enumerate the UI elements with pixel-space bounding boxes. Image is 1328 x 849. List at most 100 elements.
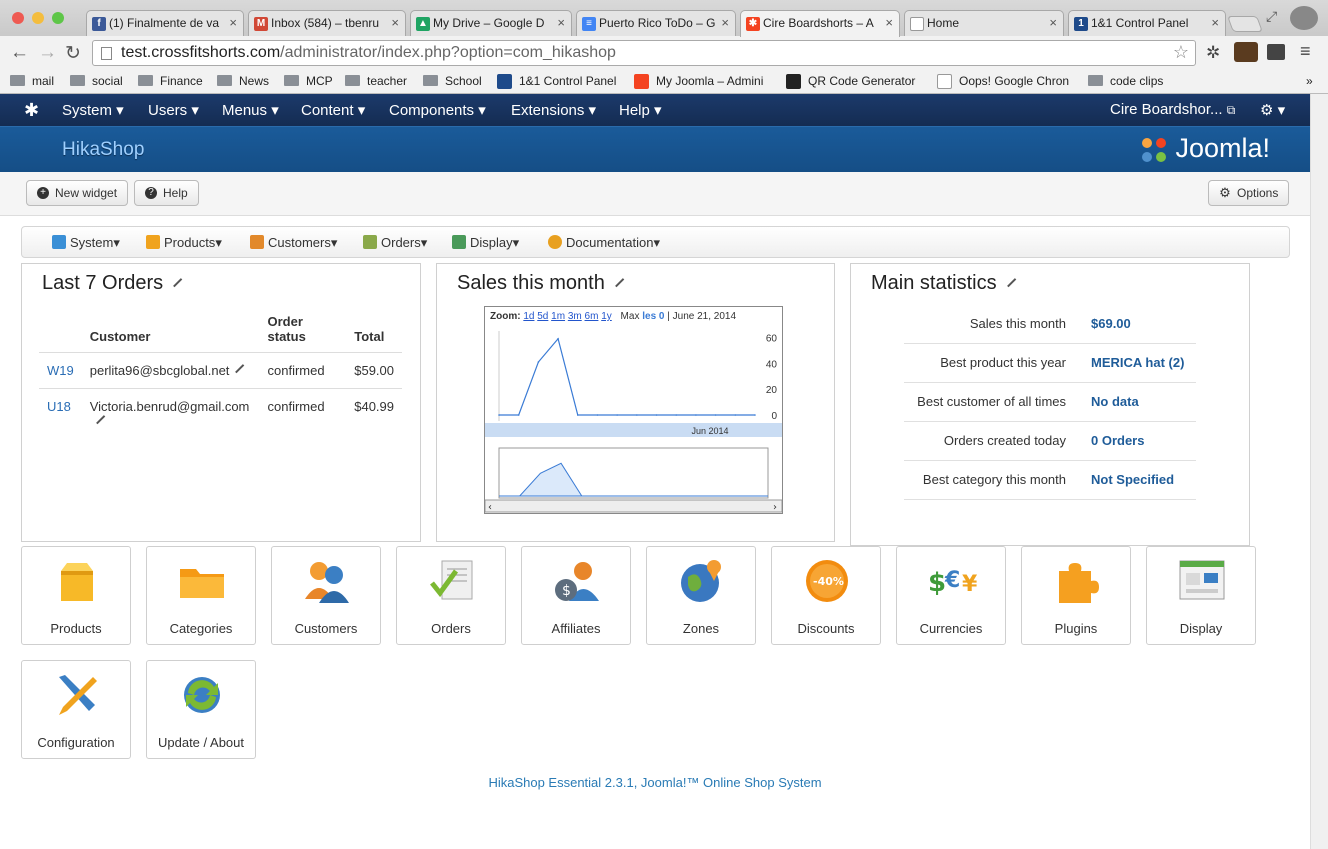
tile-currencies[interactable]: $ € ¥ Currencies xyxy=(896,546,1006,645)
bookmarks-overflow-icon[interactable]: » xyxy=(1306,74,1313,88)
bookmark-link[interactable]: 1&1 Control Panel xyxy=(497,74,616,89)
hikamenu-system[interactable]: System▾ xyxy=(52,235,120,251)
bookmark-folder[interactable]: teacher xyxy=(345,74,407,88)
bookmark-folder[interactable]: News xyxy=(217,74,269,88)
external-link-icon: ⧉ xyxy=(1226,103,1236,117)
tile-configuration[interactable]: Configuration xyxy=(21,660,131,759)
order-id-cell: U18 xyxy=(39,388,82,439)
user-menu-gear-icon[interactable]: ⚙ ▾ xyxy=(1260,101,1285,119)
page-scrollbar[interactable] xyxy=(1310,94,1328,849)
zoom-max[interactable]: Max xyxy=(621,311,640,322)
menu-help[interactable]: Help ▾ xyxy=(619,101,662,119)
bookmark-link[interactable]: My Joomla – Admini xyxy=(634,74,763,89)
joomla-menu-icon[interactable]: ✱ xyxy=(24,100,39,121)
minimize-window-button[interactable] xyxy=(32,12,44,24)
tile-display[interactable]: Display xyxy=(1146,546,1256,645)
close-tab-icon[interactable]: × xyxy=(721,15,729,30)
bookmark-folder[interactable]: mail xyxy=(10,74,54,88)
hikamenu-display[interactable]: Display▾ xyxy=(452,235,519,251)
tile-zones[interactable]: Zones xyxy=(646,546,756,645)
order-link[interactable]: U18 xyxy=(47,399,71,414)
extension-film-icon[interactable] xyxy=(1267,44,1285,60)
tile-products[interactable]: Products xyxy=(21,546,131,645)
help-button[interactable]: ? Help xyxy=(134,180,199,206)
bookmark-folder[interactable]: Finance xyxy=(138,74,203,88)
bookmark-star-icon[interactable]: ☆ xyxy=(1173,42,1189,63)
tile-discounts[interactable]: -40% Discounts xyxy=(771,546,881,645)
menu-label: Products xyxy=(164,235,216,250)
data-point xyxy=(714,414,717,416)
extension-bug-icon[interactable]: ✲ xyxy=(1206,43,1220,63)
tile-label: Affiliates xyxy=(551,621,601,636)
back-icon[interactable]: ← xyxy=(10,42,29,64)
tile-update-about[interactable]: Update / About xyxy=(146,660,256,759)
address-bar[interactable]: test.crossfitshorts.com/administrator/in… xyxy=(92,40,1196,66)
browser-tab[interactable]: ▲ My Drive – Google D × xyxy=(410,10,572,36)
oneandone-icon xyxy=(497,74,512,89)
reload-icon[interactable]: ↻ xyxy=(65,42,81,65)
table-row: W19 perlita96@sbcglobal.net confirmed $5… xyxy=(39,352,402,389)
browser-tab[interactable]: f (1) Finalmente de va × xyxy=(86,10,244,36)
footer-link[interactable]: HikaShop Essential 2.3.1, Joomla!™ Onlin… xyxy=(0,775,1310,790)
tile-label: Update / About xyxy=(157,735,244,750)
hikamenu-products[interactable]: Products▾ xyxy=(146,235,222,251)
hikamenu-orders[interactable]: Orders▾ xyxy=(363,235,427,251)
close-tab-icon[interactable]: × xyxy=(391,15,399,30)
hikamenu-documentation[interactable]: Documentation▾ xyxy=(548,235,660,251)
menu-menus[interactable]: Menus ▾ xyxy=(222,101,279,119)
page-icon xyxy=(937,74,952,89)
bookmark-folder[interactable]: social xyxy=(70,74,123,88)
browser-tab[interactable]: ≡ Puerto Rico ToDo – G × xyxy=(576,10,736,36)
extension-new-icon[interactable] xyxy=(1234,42,1258,62)
menu-users[interactable]: Users ▾ xyxy=(148,101,199,119)
tile-orders[interactable]: Orders xyxy=(396,546,506,645)
tile-customers[interactable]: Customers xyxy=(271,546,381,645)
zoom-window-button[interactable] xyxy=(52,12,64,24)
close-tab-icon[interactable]: × xyxy=(557,15,565,30)
close-tab-icon[interactable]: × xyxy=(1211,15,1219,30)
tile-affiliates[interactable]: $ Affiliates xyxy=(521,546,631,645)
close-tab-icon[interactable]: × xyxy=(229,15,237,30)
button-label: New widget xyxy=(55,186,118,200)
status-cell: confirmed xyxy=(259,388,347,439)
menu-system[interactable]: System ▾ xyxy=(62,101,124,119)
chart-date: June 21, 2014 xyxy=(672,311,737,322)
bookmark-folder[interactable]: code clips xyxy=(1088,74,1163,88)
options-button[interactable]: ⚙ Options xyxy=(1208,180,1290,206)
tile-categories[interactable]: Categories xyxy=(146,546,256,645)
edit-pencil-icon[interactable] xyxy=(1000,271,1016,288)
browser-tab[interactable]: Home × xyxy=(904,10,1064,36)
menu-content[interactable]: Content ▾ xyxy=(301,101,365,119)
hikamenu-customers[interactable]: Customers▾ xyxy=(250,235,337,251)
new-tab-button[interactable] xyxy=(1227,16,1263,32)
menu-components[interactable]: Components ▾ xyxy=(389,101,486,119)
bookmark-link[interactable]: QR Code Generator xyxy=(786,74,915,89)
zoom-option[interactable]: 1m xyxy=(551,311,565,322)
zoom-option[interactable]: 1y xyxy=(601,311,612,322)
site-link[interactable]: Cire Boardshor... ⧉ xyxy=(1110,101,1235,118)
order-link[interactable]: W19 xyxy=(47,363,74,378)
zoom-option[interactable]: 6m xyxy=(585,311,599,322)
menu-extensions[interactable]: Extensions ▾ xyxy=(511,101,596,119)
close-window-button[interactable] xyxy=(12,12,24,24)
edit-pencil-icon[interactable] xyxy=(166,271,183,288)
data-point xyxy=(754,414,756,416)
bookmark-link[interactable]: Oops! Google Chron xyxy=(937,74,1069,89)
bookmark-folder[interactable]: School xyxy=(423,74,482,88)
edit-pencil-icon[interactable] xyxy=(229,357,245,374)
new-widget-button[interactable]: + New widget xyxy=(26,180,129,206)
close-tab-icon[interactable]: × xyxy=(1049,15,1057,30)
zoom-option[interactable]: 3m xyxy=(568,311,582,322)
zoom-option[interactable]: 1d xyxy=(523,311,534,322)
browser-tab-active[interactable]: ✱ Cire Boardshorts – A × xyxy=(740,10,900,37)
menu-icon[interactable]: ≡ xyxy=(1300,41,1311,62)
fullscreen-icon[interactable]: ⤢ xyxy=(1266,8,1277,25)
tile-plugins[interactable]: Plugins xyxy=(1021,546,1131,645)
bookmark-folder[interactable]: MCP xyxy=(284,74,333,88)
browser-tab[interactable]: 1 1&1 Control Panel × xyxy=(1068,10,1226,36)
edit-pencil-icon[interactable] xyxy=(608,271,625,288)
zoom-option[interactable]: 5d xyxy=(537,311,548,322)
browser-tab[interactable]: M Inbox (584) – tbenru × xyxy=(248,10,406,36)
forward-icon[interactable]: → xyxy=(38,42,57,64)
close-tab-icon[interactable]: × xyxy=(885,15,893,30)
